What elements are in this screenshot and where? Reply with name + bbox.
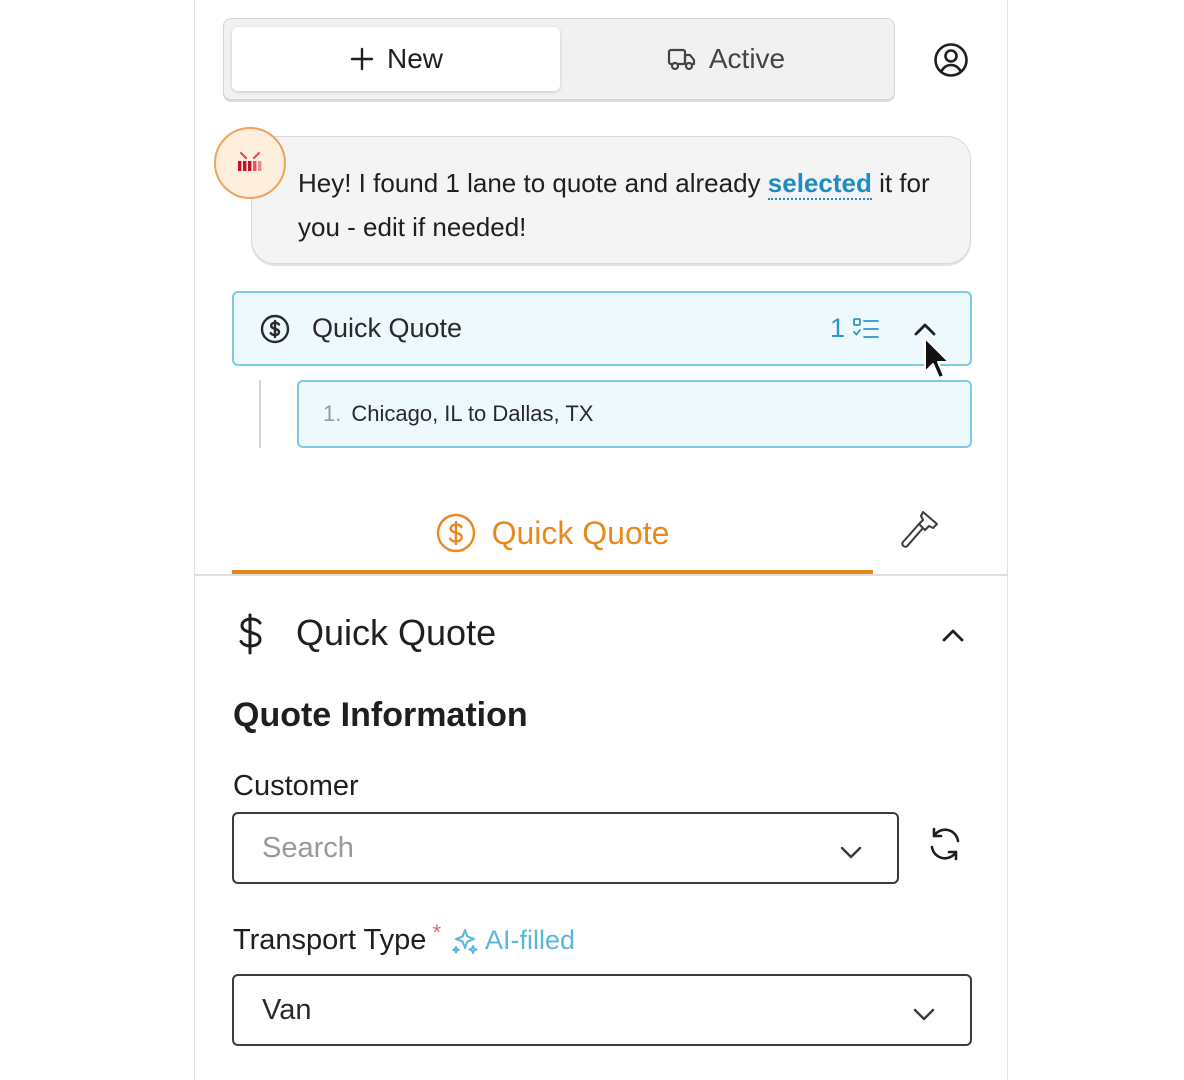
transport-type-label: Transport Type * AI-filled [233, 920, 575, 957]
sidebar-panel: New Active Hey! I found 1 lane to quote … [194, 0, 1008, 1080]
ai-filled-badge: AI-filled [451, 925, 575, 956]
tab-quick-quote[interactable]: Quick Quote [232, 492, 873, 574]
quick-quote-accordion-header[interactable]: Quick Quote 1 [232, 291, 972, 366]
lane-text: Chicago, IL to Dallas, TX [351, 401, 594, 426]
sparkle-icon [451, 927, 479, 955]
user-circle-icon[interactable] [933, 42, 969, 78]
lane-number: 1. [323, 401, 342, 426]
assistant-message: Hey! I found 1 lane to quote and already… [251, 136, 971, 264]
chevron-up-icon[interactable] [941, 624, 965, 653]
mode-switcher: New Active [223, 18, 895, 100]
divider [195, 574, 1007, 576]
quick-quote-title: Quick Quote [312, 313, 463, 343]
truck-icon [667, 46, 697, 72]
message-text-start: Hey! I found 1 lane to quote and already [298, 168, 768, 198]
active-tab-button[interactable]: Active [564, 27, 888, 91]
active-tab-label: Active [708, 43, 786, 74]
bot-avatar-icon [214, 127, 286, 199]
refresh-icon[interactable] [927, 826, 963, 867]
transport-type-value: Van [262, 993, 312, 1026]
dollar-circle-icon [260, 314, 290, 349]
new-tab-label: New [386, 43, 443, 74]
tab-quick-quote-label: Quick Quote [491, 514, 670, 551]
customer-search-select[interactable]: Search [232, 812, 899, 884]
chevron-down-icon [912, 1001, 936, 1034]
new-tab-button[interactable]: New [232, 27, 560, 91]
selected-link[interactable]: selected [767, 168, 872, 200]
dollar-icon [235, 612, 265, 661]
quote-information-heading: Quote Information [233, 696, 528, 734]
transport-type-text: Transport Type [233, 924, 427, 956]
lane-count-badge: 1 [830, 313, 846, 343]
customer-label: Customer [233, 770, 359, 802]
ai-filled-text: AI-filled [485, 925, 576, 955]
lane-item[interactable]: 1. Chicago, IL to Dallas, TX [297, 380, 972, 448]
transport-type-select[interactable]: Van [232, 974, 972, 1046]
plus-icon [349, 46, 375, 72]
required-marker: * [432, 919, 441, 945]
dollar-circle-icon [436, 513, 476, 553]
tree-connector [259, 380, 261, 448]
cursor-icon [923, 336, 950, 389]
checklist-icon [852, 317, 880, 346]
section-title: Quick Quote [296, 612, 497, 653]
hammer-icon[interactable] [899, 508, 943, 555]
chevron-down-icon [839, 839, 863, 872]
customer-placeholder: Search [262, 831, 354, 864]
